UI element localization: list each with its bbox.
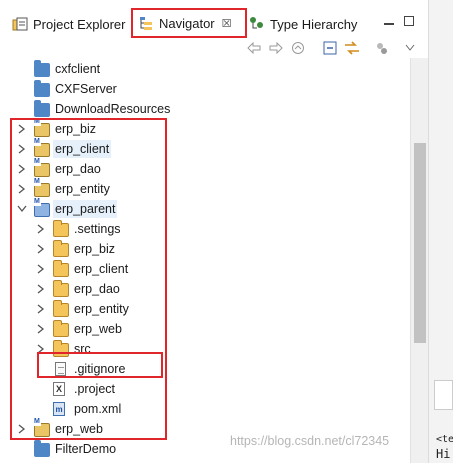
tree-item[interactable]: cxfclient: [0, 59, 410, 79]
back-icon[interactable]: [246, 40, 262, 56]
tree-item[interactable]: erp_client: [0, 259, 410, 279]
folder-icon: [53, 220, 69, 237]
maven-project-icon: [33, 198, 50, 217]
folder-icon: [34, 80, 50, 97]
home-icon[interactable]: [290, 40, 306, 56]
chevron-right-icon[interactable]: [35, 323, 47, 335]
tree-item-label: erp_entity: [55, 182, 110, 196]
tree-item[interactable]: erp_web: [0, 319, 410, 339]
adjacent-text: <te: [436, 434, 453, 445]
tree-item[interactable]: CXFServer: [0, 79, 410, 99]
tree-item-label: CXFServer: [55, 82, 117, 96]
filters-icon[interactable]: [374, 40, 390, 56]
tab-navigator[interactable]: Navigator ☒: [131, 8, 247, 38]
tree-item-label: pom.xml: [74, 402, 122, 416]
folder-icon: [53, 280, 69, 297]
tree-item-label: erp_dao: [55, 162, 101, 176]
chevron-right-icon[interactable]: [35, 283, 47, 295]
tree-item[interactable]: erp_dao: [0, 158, 410, 179]
tree-item[interactable]: m pom.xml: [0, 399, 410, 419]
tree-item-label: src: [74, 342, 91, 356]
adjacent-panel: [434, 380, 453, 410]
chevron-right-icon[interactable]: [35, 343, 47, 355]
tree-item-label: erp_dao: [74, 282, 120, 296]
maven-project-icon: [33, 158, 50, 177]
tree-item-label: erp_client: [74, 262, 129, 276]
scrollbar-thumb[interactable]: [414, 143, 426, 343]
pom-file-icon: m: [53, 402, 65, 416]
xml-file-icon: X: [53, 382, 65, 396]
tree-item-label: FilterDemo: [55, 442, 117, 456]
project-explorer-icon: [12, 16, 28, 32]
type-hierarchy-icon: [249, 16, 265, 32]
chevron-right-icon[interactable]: [16, 423, 28, 435]
tree-item-label: erp_client: [53, 140, 112, 158]
tree-item-label: erp_entity: [74, 302, 129, 316]
maven-project-icon: [33, 118, 50, 137]
chevron-right-icon[interactable]: [35, 263, 47, 275]
tab-project-explorer[interactable]: Project Explorer: [12, 10, 125, 38]
folder-icon: [53, 320, 69, 337]
tree-item[interactable]: erp_biz: [0, 239, 410, 259]
chevron-right-icon[interactable]: [35, 243, 47, 255]
tree-item[interactable]: erp_entity: [0, 299, 410, 319]
tree-item[interactable]: src: [0, 339, 410, 359]
tree-item[interactable]: erp_client: [0, 138, 410, 159]
tree-item-label: .settings: [74, 222, 121, 236]
tree-item-label: erp_parent: [53, 200, 118, 218]
tab-type-hierarchy[interactable]: Type Hierarchy: [249, 10, 357, 38]
navigator-icon: [138, 15, 154, 31]
tree-item-label: .project: [74, 382, 115, 396]
tree-item-label: erp_web: [74, 322, 122, 336]
tab-label: Type Hierarchy: [270, 16, 358, 32]
tree-item-label: .gitignore: [74, 362, 126, 376]
chevron-right-icon[interactable]: [16, 183, 28, 195]
folder-icon: [53, 260, 69, 277]
maven-project-icon: [33, 138, 50, 157]
tree-item[interactable]: DownloadResources: [0, 99, 410, 119]
tree-item[interactable]: erp_parent: [0, 198, 410, 219]
link-editor-icon[interactable]: [344, 40, 360, 56]
folder-icon: [53, 300, 69, 317]
forward-icon[interactable]: [268, 40, 284, 56]
tree-item-label: erp_biz: [55, 122, 96, 136]
tree-item-label: cxfclient: [55, 62, 101, 76]
adjacent-text: Hi: [436, 447, 451, 461]
minimize-button[interactable]: [384, 23, 394, 25]
tree-item[interactable]: .gitignore: [0, 359, 410, 379]
view-tab-bar: Project Explorer Navigator ☒ Type Hierar…: [0, 0, 430, 38]
vertical-scrollbar[interactable]: [410, 58, 428, 463]
tree-item[interactable]: .settings: [0, 219, 410, 239]
view-toolbar: [0, 38, 430, 58]
watermark: https://blog.csdn.net/cl72345: [230, 434, 390, 448]
tab-label: Navigator: [159, 15, 215, 31]
chevron-right-icon[interactable]: [16, 123, 28, 135]
folder-icon: [34, 60, 50, 77]
file-icon: [55, 362, 66, 376]
navigator-tree: cxfclient CXFServer DownloadResources erp_b…: [0, 58, 410, 463]
chevron-right-icon[interactable]: [16, 143, 28, 155]
tree-item-label: DownloadResources: [55, 102, 171, 116]
tree-item[interactable]: erp_entity: [0, 178, 410, 199]
tree-item-label: erp_biz: [74, 242, 115, 256]
chevron-down-icon[interactable]: [16, 203, 28, 215]
chevron-right-icon[interactable]: [35, 223, 47, 235]
tab-label: Project Explorer: [33, 16, 126, 32]
close-icon[interactable]: ☒: [222, 17, 232, 30]
view-menu-icon[interactable]: [402, 40, 418, 56]
tree-item[interactable]: erp_dao: [0, 279, 410, 299]
collapse-all-icon[interactable]: [322, 40, 338, 56]
folder-icon: [34, 100, 50, 117]
chevron-right-icon[interactable]: [16, 163, 28, 175]
folder-icon: [53, 240, 69, 257]
maximize-button[interactable]: [404, 16, 414, 26]
maven-project-icon: [33, 418, 50, 437]
tree-item[interactable]: erp_biz: [0, 118, 410, 139]
tree-item[interactable]: X .project: [0, 379, 410, 399]
chevron-right-icon[interactable]: [35, 303, 47, 315]
folder-icon: [53, 340, 69, 357]
tree-item-label: erp_web: [55, 422, 103, 436]
maven-project-icon: [33, 178, 50, 197]
folder-icon: [34, 440, 50, 457]
